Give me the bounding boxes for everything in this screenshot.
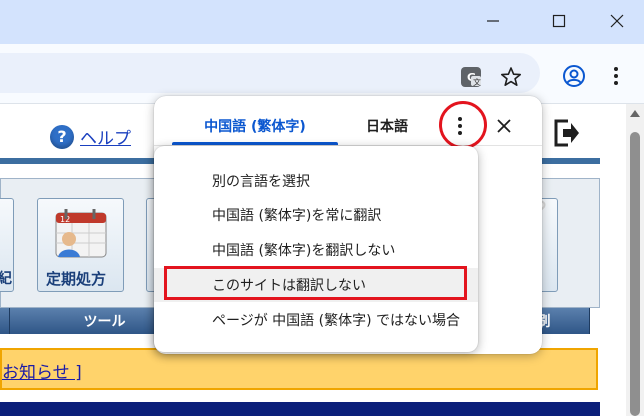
menu-item-label: 中国語 (繁体字)を翻訳しない: [212, 243, 396, 259]
notice-banner: お知らせ ]: [0, 348, 598, 390]
help-link-group[interactable]: ? ヘルプ: [50, 124, 131, 149]
star-icon[interactable]: [498, 64, 524, 90]
menu-item-label: ページが 中国語 (繁体字) ではない場合: [212, 313, 460, 329]
tab-target-language[interactable]: 日本語: [338, 108, 436, 144]
menu-item-never-translate-language[interactable]: 中国語 (繁体字)を翻訳しない: [154, 233, 478, 267]
help-icon: ?: [50, 124, 74, 149]
tab-tools-label: ツール: [83, 314, 126, 330]
menu-item-label: 中国語 (繁体字)を常に翻訳: [212, 208, 382, 224]
regular-prescription-label: 定期処方: [46, 270, 107, 288]
tab-source-language[interactable]: 中国語 (繁体字): [172, 108, 338, 144]
kebab-menu-icon[interactable]: [602, 62, 630, 90]
header-rule: [0, 158, 160, 164]
close-icon: [610, 14, 624, 28]
browser-toolbar: G 文: [0, 44, 644, 104]
page-scrollbar[interactable]: [626, 104, 644, 416]
svg-text:文: 文: [473, 77, 481, 87]
tab-source-language-label: 中国語 (繁体字): [204, 119, 306, 135]
account-icon[interactable]: [560, 62, 588, 90]
minimize-icon: [487, 20, 499, 22]
annotation-circle: [439, 101, 487, 149]
menu-item-choose-language[interactable]: 別の言語を選択: [154, 164, 478, 198]
translate-options-menu: 別の言語を選択 中国語 (繁体字)を常に翻訳 中国語 (繁体字)を翻訳しない こ…: [154, 146, 478, 352]
calendar-icon: 12: [55, 209, 107, 258]
tab-left-partial[interactable]: [0, 308, 10, 334]
menu-item-label: 別の言語を選択: [212, 174, 310, 190]
annotation-highlight-box: [164, 266, 467, 300]
header-rule-right: [540, 158, 600, 164]
translate-icon[interactable]: G 文: [458, 64, 484, 90]
close-icon: [497, 119, 511, 133]
footer-band: [0, 402, 600, 416]
logout-icon[interactable]: [552, 118, 580, 152]
scroll-up-icon[interactable]: [630, 110, 640, 117]
scroll-thumb[interactable]: [630, 132, 640, 416]
window-titlebar: [0, 0, 644, 44]
close-window-button[interactable]: [600, 6, 634, 36]
maximize-icon: [552, 14, 566, 28]
tab-target-language-label: 日本語: [366, 119, 408, 135]
menu-item-always-translate[interactable]: 中国語 (繁体字)を常に翻訳: [154, 198, 478, 232]
help-link[interactable]: ヘルプ: [80, 124, 131, 149]
tool-left-partial-label: 紀: [0, 271, 12, 287]
close-bubble-button[interactable]: [490, 112, 518, 140]
minimize-button[interactable]: [476, 6, 510, 36]
notice-link[interactable]: お知らせ ]: [2, 358, 82, 383]
maximize-button[interactable]: [542, 6, 576, 36]
menu-item-wrong-language[interactable]: ページが 中国語 (繁体字) ではない場合: [154, 303, 478, 337]
